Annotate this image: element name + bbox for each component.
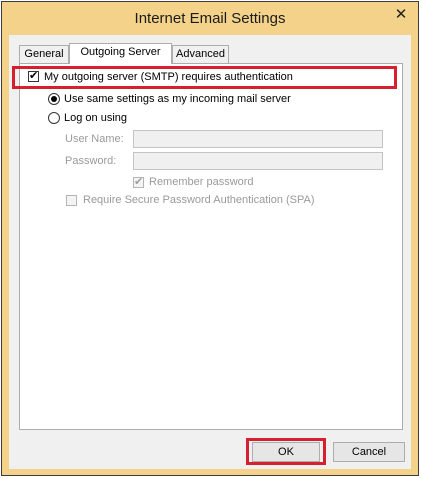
checkmark-icon: ✔	[29, 70, 39, 82]
tab-advanced[interactable]: Advanced	[172, 45, 229, 63]
checkmark-icon: ✔	[134, 176, 144, 188]
password-label: Password:	[65, 155, 117, 167]
window-title: Internet Email Settings	[134, 10, 286, 27]
smtp-auth-label[interactable]: My outgoing server (SMTP) requires authe…	[44, 71, 293, 83]
outgoing-server-panel: ✔ My outgoing server (SMTP) requires aut…	[12, 63, 403, 430]
password-field[interactable]	[133, 152, 383, 170]
log-on-using-label[interactable]: Log on using	[64, 112, 127, 124]
use-same-settings-label[interactable]: Use same settings as my incoming mail se…	[64, 93, 291, 105]
username-field[interactable]	[133, 130, 383, 148]
remember-password-checkbox[interactable]: ✔	[133, 177, 144, 188]
radio-dot-icon	[51, 96, 57, 102]
close-icon[interactable]: ✕	[390, 4, 412, 26]
dialog-window: Internet Email Settings ✕ General Outgoi…	[1, 1, 419, 476]
spa-checkbox[interactable]	[66, 195, 77, 206]
dialog-client: General Outgoing Server Advanced ✔ My ou…	[9, 35, 411, 469]
log-on-using-radio[interactable]	[48, 112, 60, 124]
cancel-button[interactable]: Cancel	[333, 442, 405, 462]
username-label: User Name:	[65, 133, 124, 145]
smtp-auth-checkbox[interactable]: ✔	[28, 71, 39, 82]
ok-button[interactable]: OK	[252, 442, 320, 462]
tab-general[interactable]: General	[19, 45, 69, 63]
tab-outgoing-server[interactable]: Outgoing Server	[69, 43, 172, 64]
use-same-settings-radio[interactable]	[48, 93, 60, 105]
title-bar[interactable]: Internet Email Settings ✕	[2, 2, 418, 35]
remember-password-label[interactable]: Remember password	[149, 176, 254, 188]
spa-label[interactable]: Require Secure Password Authentication (…	[83, 194, 315, 206]
